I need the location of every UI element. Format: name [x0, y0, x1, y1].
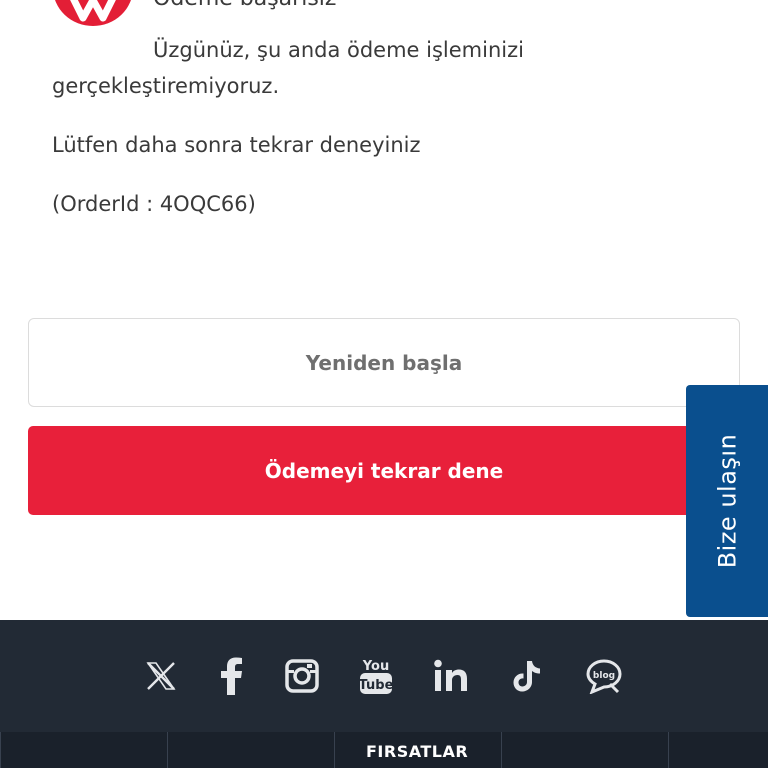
x-icon[interactable] — [139, 654, 183, 698]
blog-icon[interactable]: blog — [582, 654, 626, 698]
footer-menu-cell[interactable] — [167, 732, 334, 768]
order-id-text: (OrderId : 4OQC66) — [52, 192, 256, 216]
footer-menu-cell[interactable] — [0, 732, 167, 768]
message-heading: Ödeme başarısız — [153, 0, 336, 11]
tiktok-icon[interactable] — [506, 654, 550, 698]
error-logo-icon — [53, 0, 133, 26]
retry-payment-button[interactable]: Ödemeyi tekrar dene — [28, 426, 740, 515]
error-message-line1: Üzgünüz, şu anda ödeme işleminizi gerçek… — [52, 38, 524, 98]
footer: You Tube blog FIRSATLAR — [0, 620, 768, 768]
footer-menu-cell[interactable] — [501, 732, 668, 768]
svg-text:You: You — [362, 659, 389, 674]
svg-text:Tube: Tube — [359, 678, 393, 693]
contact-us-label: Bize ulaşın — [713, 433, 741, 569]
facebook-icon[interactable] — [209, 654, 253, 698]
footer-menu-firsatlar[interactable]: FIRSATLAR — [366, 742, 468, 761]
contact-us-tab[interactable]: Bize ulaşın — [686, 385, 768, 617]
error-message-line2: Lütfen daha sonra tekrar deneyiniz — [52, 133, 421, 157]
footer-menu-bar: FIRSATLAR — [0, 732, 768, 768]
linkedin-icon[interactable] — [429, 654, 473, 698]
youtube-icon[interactable]: You Tube — [354, 654, 398, 698]
svg-text:blog: blog — [593, 671, 615, 681]
instagram-icon[interactable] — [280, 654, 324, 698]
footer-menu-cell[interactable] — [668, 732, 768, 768]
social-links: You Tube blog — [0, 620, 768, 730]
x-mark-icon — [70, 0, 116, 22]
restart-button[interactable]: Yeniden başla — [28, 318, 740, 407]
